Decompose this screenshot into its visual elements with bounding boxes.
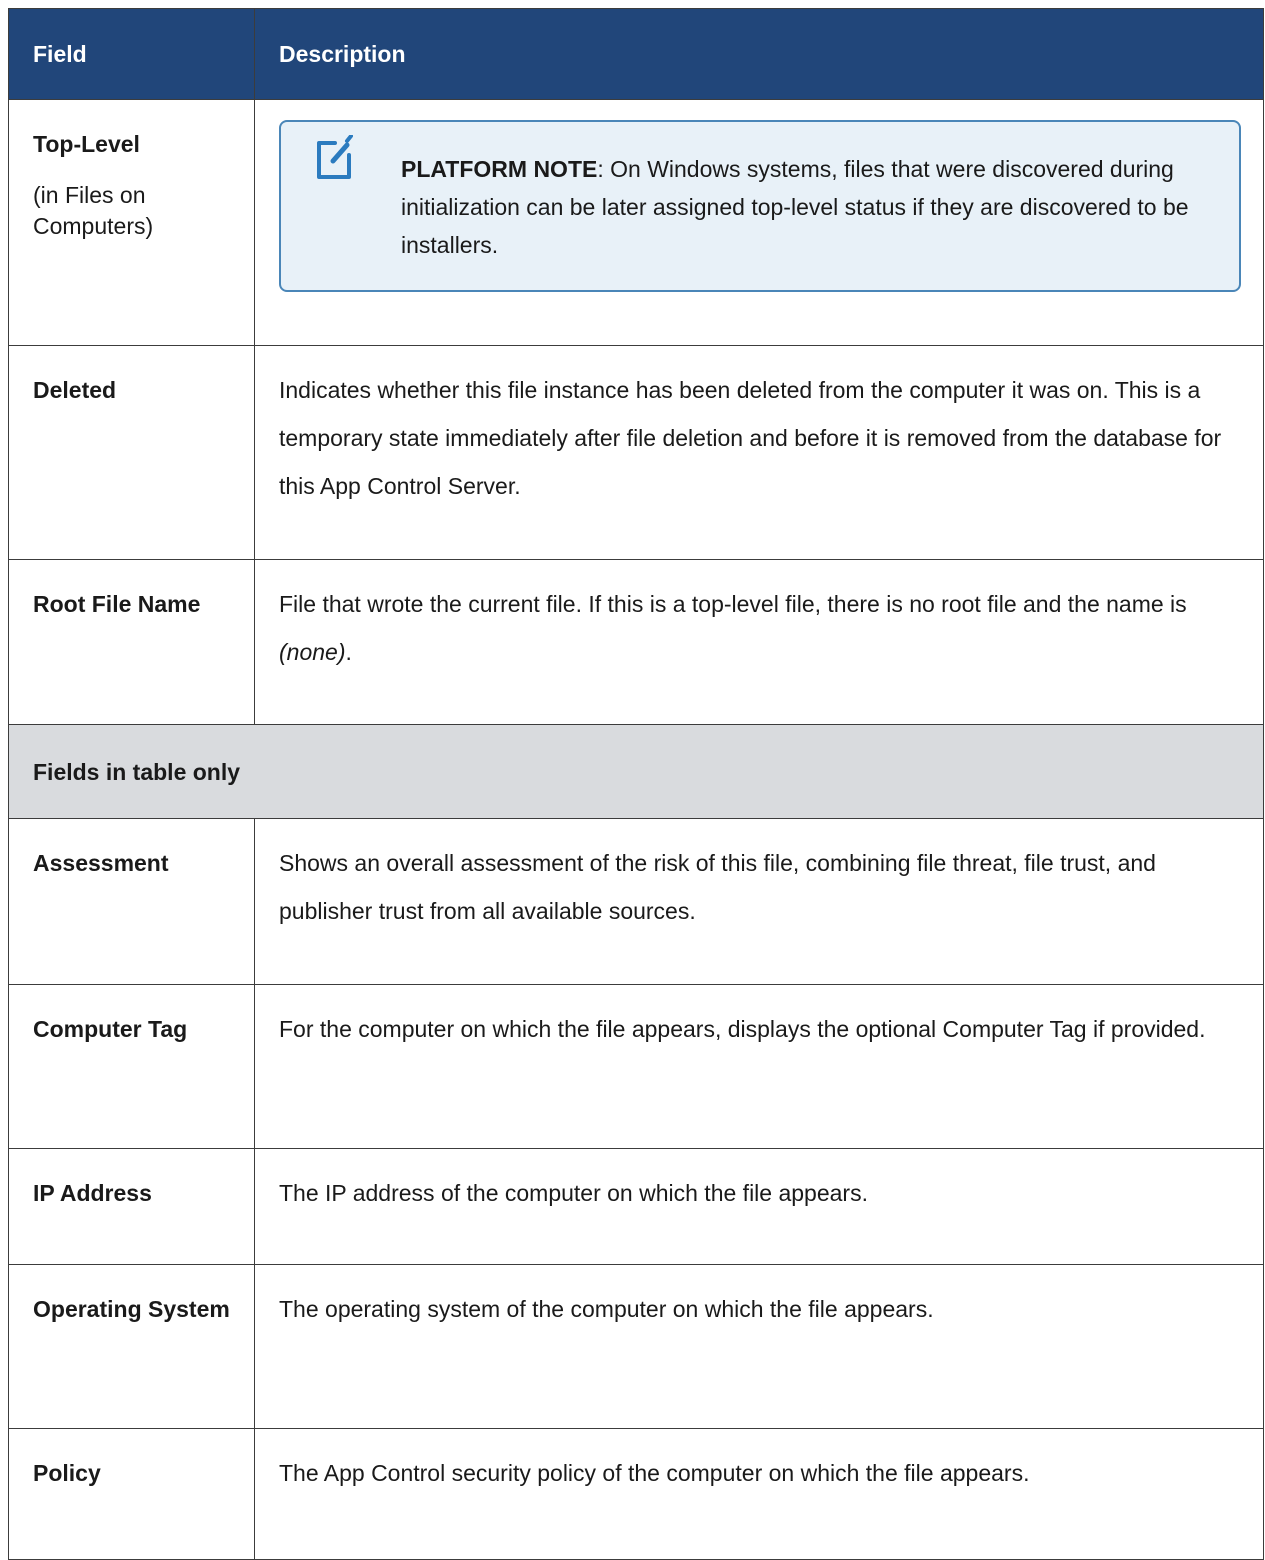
field-name: Assessment: [8, 818, 255, 985]
table-row: Assessment Shows an overall assessment o…: [8, 818, 1264, 985]
description-cell: The IP address of the computer on which …: [254, 1148, 1264, 1265]
table-row: Operating System The operating system of…: [8, 1264, 1264, 1429]
field-qualifier: (in Files on Computers): [33, 182, 154, 239]
description-end: .: [345, 639, 352, 665]
note-pencil-icon: [317, 135, 353, 179]
description-cell: Indicates whether this file instance has…: [254, 345, 1264, 560]
description-cell: PLATFORM NOTE: On Windows systems, files…: [254, 99, 1264, 346]
field-description-table: Field Description Top-Level (in Files on…: [8, 8, 1264, 1560]
platform-note: PLATFORM NOTE: On Windows systems, files…: [279, 120, 1241, 292]
table-row: Top-Level (in Files on Computers) PLATFO…: [8, 99, 1264, 346]
section-row: Fields in table only: [8, 724, 1264, 819]
section-title: Fields in table only: [8, 724, 1264, 819]
field-name: Operating System: [8, 1264, 255, 1429]
field-name: Deleted: [8, 345, 255, 560]
note-label: PLATFORM NOTE: [401, 156, 598, 182]
description-cell: Shows an overall assessment of the risk …: [254, 818, 1264, 985]
description-text: File that wrote the current file. If thi…: [279, 591, 1187, 617]
header-description: Description: [254, 8, 1264, 100]
table-header-row: Field Description: [8, 8, 1264, 100]
description-cell: The operating system of the computer on …: [254, 1264, 1264, 1429]
table-row: Deleted Indicates whether this file inst…: [8, 345, 1264, 560]
description-cell: The App Control security policy of the c…: [254, 1428, 1264, 1560]
table-row: IP Address The IP address of the compute…: [8, 1148, 1264, 1265]
description-cell: File that wrote the current file. If thi…: [254, 559, 1264, 725]
field-name: Root File Name: [8, 559, 255, 725]
table-row: Computer Tag For the computer on which t…: [8, 984, 1264, 1149]
field-name: IP Address: [8, 1148, 255, 1265]
table-row: Root File Name File that wrote the curre…: [8, 559, 1264, 725]
field-name: Top-Level: [33, 131, 140, 157]
description-cell: For the computer on which the file appea…: [254, 984, 1264, 1149]
header-field: Field: [8, 8, 255, 100]
field-name: Computer Tag: [8, 984, 255, 1149]
field-cell: Top-Level (in Files on Computers): [8, 99, 255, 346]
field-name: Policy: [8, 1428, 255, 1560]
description-italic: (none): [279, 639, 346, 665]
table-row: Policy The App Control security policy o…: [8, 1428, 1264, 1560]
